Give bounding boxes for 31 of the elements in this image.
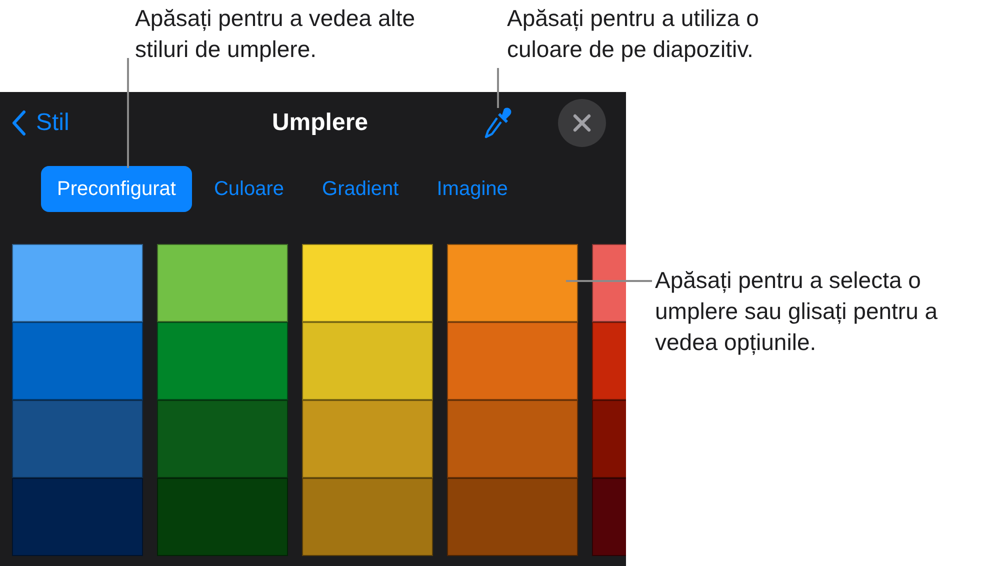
callout-text: Apăsați pentru a utiliza o culoare de pe diapozitiv. bbox=[507, 4, 760, 64]
color-swatch[interactable] bbox=[157, 478, 288, 556]
color-swatch[interactable] bbox=[157, 322, 288, 400]
color-swatch[interactable] bbox=[12, 322, 143, 400]
close-icon bbox=[573, 114, 591, 132]
segment-tab[interactable]: Gradient bbox=[306, 166, 415, 212]
back-button[interactable]: Stil bbox=[12, 105, 70, 141]
chevron-left-icon bbox=[12, 110, 26, 136]
panel-title: Umplere bbox=[270, 108, 370, 138]
segment-tab[interactable]: Preconfigurat bbox=[41, 166, 192, 212]
eyedropper-icon bbox=[484, 107, 512, 139]
color-swatch[interactable] bbox=[12, 400, 143, 478]
callout-text: Apăsați pentru a vedea alte stiluri de umplere. bbox=[135, 4, 416, 64]
eyedropper-button[interactable] bbox=[484, 107, 512, 139]
color-swatch[interactable] bbox=[157, 244, 288, 322]
color-swatch[interactable] bbox=[447, 400, 578, 478]
color-swatch[interactable] bbox=[302, 478, 433, 556]
color-swatch[interactable] bbox=[302, 322, 433, 400]
color-swatch[interactable] bbox=[447, 322, 578, 400]
color-swatch[interactable] bbox=[12, 244, 143, 322]
color-swatch[interactable] bbox=[302, 244, 433, 322]
callout-text: Apăsați pentru a selecta o umplere sau glisați pentru a vedea opțiunile. bbox=[655, 266, 939, 357]
leader-line bbox=[497, 68, 499, 108]
color-swatch[interactable] bbox=[302, 400, 433, 478]
segment-tab[interactable]: Culoare bbox=[198, 166, 300, 212]
color-swatch[interactable] bbox=[447, 244, 578, 322]
close-button[interactable] bbox=[558, 99, 606, 147]
color-swatch[interactable] bbox=[157, 400, 288, 478]
color-swatch[interactable] bbox=[12, 478, 143, 556]
segment-tab[interactable]: Imagine bbox=[420, 166, 524, 212]
color-swatch[interactable] bbox=[447, 478, 578, 556]
